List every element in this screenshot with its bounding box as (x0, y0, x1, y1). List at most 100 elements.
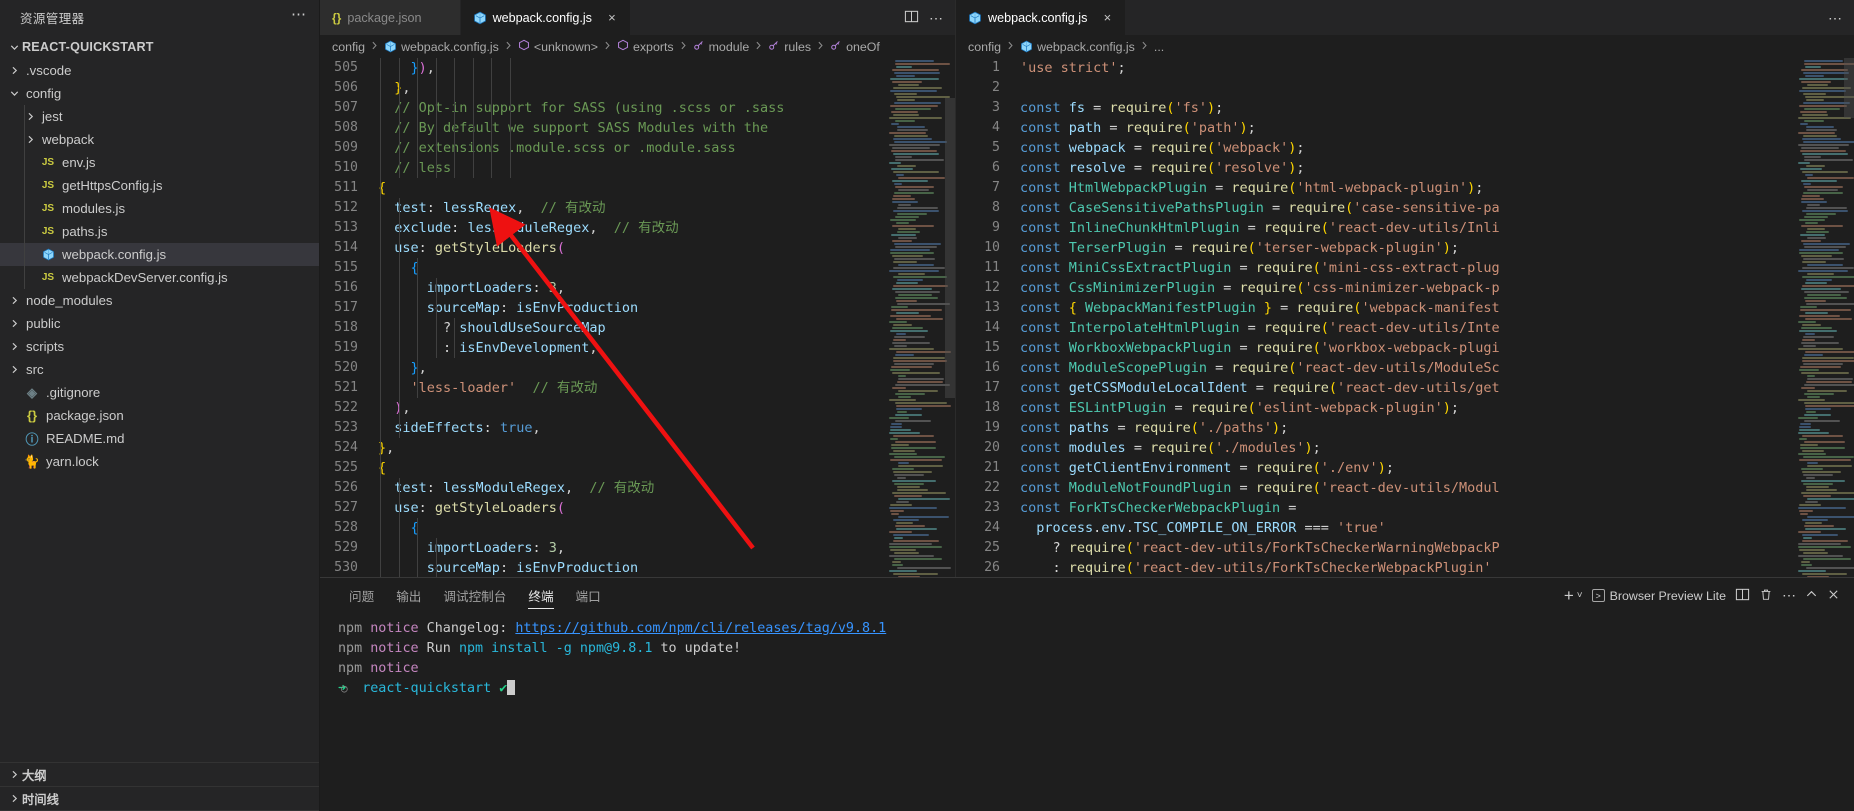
panel-tab-终端[interactable]: 终端 (517, 578, 564, 613)
code-line[interactable]: 517 sourceMap: isEnvProduction (320, 298, 955, 318)
chevron-down-icon[interactable]: ˅ (1577, 590, 1583, 601)
breadcrumb-item[interactable]: webpack.config.js (384, 40, 499, 54)
code-line[interactable]: 19 const paths = require('./paths'); (956, 418, 1854, 438)
code-line[interactable]: 512 test: lessRegex, // 有改动 (320, 198, 955, 218)
more-actions-icon[interactable]: ⋯ (929, 11, 943, 25)
code-line[interactable]: 511 { (320, 178, 955, 198)
tree-item-yarn-lock[interactable]: 🐈 yarn.lock (0, 450, 319, 473)
code-line[interactable]: 529 importLoaders: 3, (320, 538, 955, 558)
split-editor-icon[interactable] (904, 9, 919, 26)
scrollbar-right[interactable] (1844, 58, 1854, 577)
scrollbar-left[interactable] (945, 58, 955, 577)
chevron-right-icon[interactable] (6, 341, 22, 352)
scrollbar-thumb[interactable] (1844, 58, 1854, 118)
code-viewport-right[interactable]: 1'use strict'; 2 3 const fs = require('fs')… (956, 58, 1854, 577)
panel-tab-输出[interactable]: 输出 (385, 578, 432, 613)
editor-tab-webpack-config-js[interactable]: webpack.config.js × (956, 0, 1127, 35)
code-line[interactable]: 18 const ESLintPlugin = require('eslint-w… (956, 398, 1854, 418)
code-line[interactable]: 508 // By default we support SASS Module… (320, 118, 955, 138)
code-line[interactable]: 23 const ForkTsCheckerWebpackPlugin = (956, 498, 1854, 518)
code-line[interactable]: 2 (956, 78, 1854, 98)
split-terminal-icon[interactable] (1735, 587, 1750, 605)
explorer-tree[interactable]: REACT-QUICKSTART .vscode config jest webpac… (0, 35, 319, 762)
tree-item-env-js[interactable]: JS env.js (0, 151, 319, 174)
close-tab-icon[interactable]: × (1099, 10, 1115, 25)
sidebar-section-timeline[interactable]: 时间线 (0, 787, 319, 811)
breadcrumb-item[interactable]: config (968, 40, 1001, 54)
code-line[interactable]: 522 ), (320, 398, 955, 418)
editor-tab-webpack-config-js[interactable]: webpack.config.js × (460, 0, 631, 35)
code-line[interactable]: 523 sideEffects: true, (320, 418, 955, 438)
code-line[interactable]: 514 use: getStyleLoaders( (320, 238, 955, 258)
chevron-right-icon[interactable] (6, 364, 22, 375)
close-tab-icon[interactable]: × (604, 10, 620, 25)
code-line[interactable]: 516 importLoaders: 3, (320, 278, 955, 298)
breadcrumb-item[interactable]: oneOf (830, 39, 880, 54)
code-line[interactable]: 506 }, (320, 78, 955, 98)
code-line[interactable]: 509 // extensions .module.scss or .modul… (320, 138, 955, 158)
breadcrumb-right[interactable]: config webpack.config.js... (956, 35, 1854, 58)
tree-item-scripts[interactable]: scripts (0, 335, 319, 358)
tree-item-node-modules[interactable]: node_modules (0, 289, 319, 312)
panel-more-icon[interactable]: ⋯ (1782, 587, 1796, 604)
code-line[interactable]: 11 const MiniCssExtractPlugin = require('… (956, 258, 1854, 278)
tree-item-jest[interactable]: jest (0, 105, 319, 128)
code-line[interactable]: 17 const getCSSModuleLocalIdent = require… (956, 378, 1854, 398)
code-line[interactable]: 26 : require('react-dev-utils/ForkTsChec… (956, 558, 1854, 577)
code-line[interactable]: 24 process.env.TSC_COMPILE_ON_ERROR === … (956, 518, 1854, 538)
code-line[interactable]: 16 const ModuleScopePlugin = require('rea… (956, 358, 1854, 378)
code-line[interactable]: 505 }), (320, 58, 955, 78)
code-line[interactable]: 4 const path = require('path'); (956, 118, 1854, 138)
code-line[interactable]: 3 const fs = require('fs'); (956, 98, 1854, 118)
code-line[interactable]: 519 : isEnvDevelopment, (320, 338, 955, 358)
sidebar-section-outline[interactable]: 大纲 (0, 763, 319, 787)
code-line[interactable]: 510 // less (320, 158, 955, 178)
tree-item-webpack-config-js[interactable]: webpack.config.js (0, 243, 319, 266)
code-line[interactable]: 507 // Opt-in support for SASS (using .s… (320, 98, 955, 118)
close-panel-icon[interactable] (1827, 588, 1840, 604)
more-actions-icon[interactable]: ⋯ (1828, 11, 1842, 25)
code-content-right[interactable]: 1'use strict'; 2 3 const fs = require('fs')… (956, 58, 1854, 577)
breadcrumb-item[interactable]: exports (617, 39, 674, 54)
tree-item-modules-js[interactable]: JS modules.js (0, 197, 319, 220)
new-terminal-button[interactable]: + ˅ (1564, 587, 1583, 604)
tree-item-public[interactable]: public (0, 312, 319, 335)
code-line[interactable]: 25 ? require('react-dev-utils/ForkTsChec… (956, 538, 1854, 558)
editor-tab-package-json[interactable]: {} package.json × (320, 0, 461, 35)
breadcrumb-item[interactable]: <unknown> (518, 39, 598, 54)
code-line[interactable]: 520 }, (320, 358, 955, 378)
panel-tab-问题[interactable]: 问题 (338, 578, 385, 613)
tree-root-react-quickstart[interactable]: REACT-QUICKSTART (0, 35, 319, 59)
code-line[interactable]: 5 const webpack = require('webpack'); (956, 138, 1854, 158)
code-line[interactable]: 22 const ModuleNotFoundPlugin = require('… (956, 478, 1854, 498)
tree-item-readme-md[interactable]: ⓘ README.md (0, 427, 319, 450)
code-line[interactable]: 530 sourceMap: isEnvProduction (320, 558, 955, 577)
code-viewport-left[interactable]: 505 }),506 },507 // Opt-in support for S… (320, 58, 955, 577)
breadcrumb-item[interactable]: module (693, 39, 749, 54)
chevron-right-icon[interactable] (6, 318, 22, 329)
code-line[interactable]: 21 const getClientEnvironment = require('… (956, 458, 1854, 478)
ellipsis-icon[interactable]: ⋯ (291, 7, 307, 25)
close-tab-icon[interactable]: × (434, 10, 450, 25)
kill-terminal-icon[interactable] (1759, 587, 1773, 605)
tree-item-src[interactable]: src (0, 358, 319, 381)
code-line[interactable]: 518 ? shouldUseSourceMap (320, 318, 955, 338)
code-line[interactable]: 521 'less-loader' // 有改动 (320, 378, 955, 398)
breadcrumb-item[interactable]: rules (768, 39, 811, 54)
breadcrumb-item[interactable]: webpack.config.js (1020, 40, 1135, 54)
chevron-right-icon[interactable] (6, 65, 22, 76)
code-line[interactable]: 7 const HtmlWebpackPlugin = require('html… (956, 178, 1854, 198)
terminal-output[interactable]: npm notice Changelog: https://github.com… (320, 613, 1854, 811)
code-line[interactable]: 515 { (320, 258, 955, 278)
code-line[interactable]: 513 exclude: lessModuleRegex, // 有改动 (320, 218, 955, 238)
chevron-right-icon[interactable] (6, 295, 22, 306)
tree-item--vscode[interactable]: .vscode (0, 59, 319, 82)
tree-item-webpackdevserver-config-js[interactable]: JS webpackDevServer.config.js (0, 266, 319, 289)
tree-item-paths-js[interactable]: JS paths.js (0, 220, 319, 243)
code-line[interactable]: 6 const resolve = require('resolve'); (956, 158, 1854, 178)
code-line[interactable]: 524}, (320, 438, 955, 458)
code-line[interactable]: 12 const CssMinimizerPlugin = require('cs… (956, 278, 1854, 298)
tree-item-gethttpsconfig-js[interactable]: JS getHttpsConfig.js (0, 174, 319, 197)
code-line[interactable]: 15 const WorkboxWebpackPlugin = require('… (956, 338, 1854, 358)
chevron-down-icon[interactable] (6, 88, 22, 99)
